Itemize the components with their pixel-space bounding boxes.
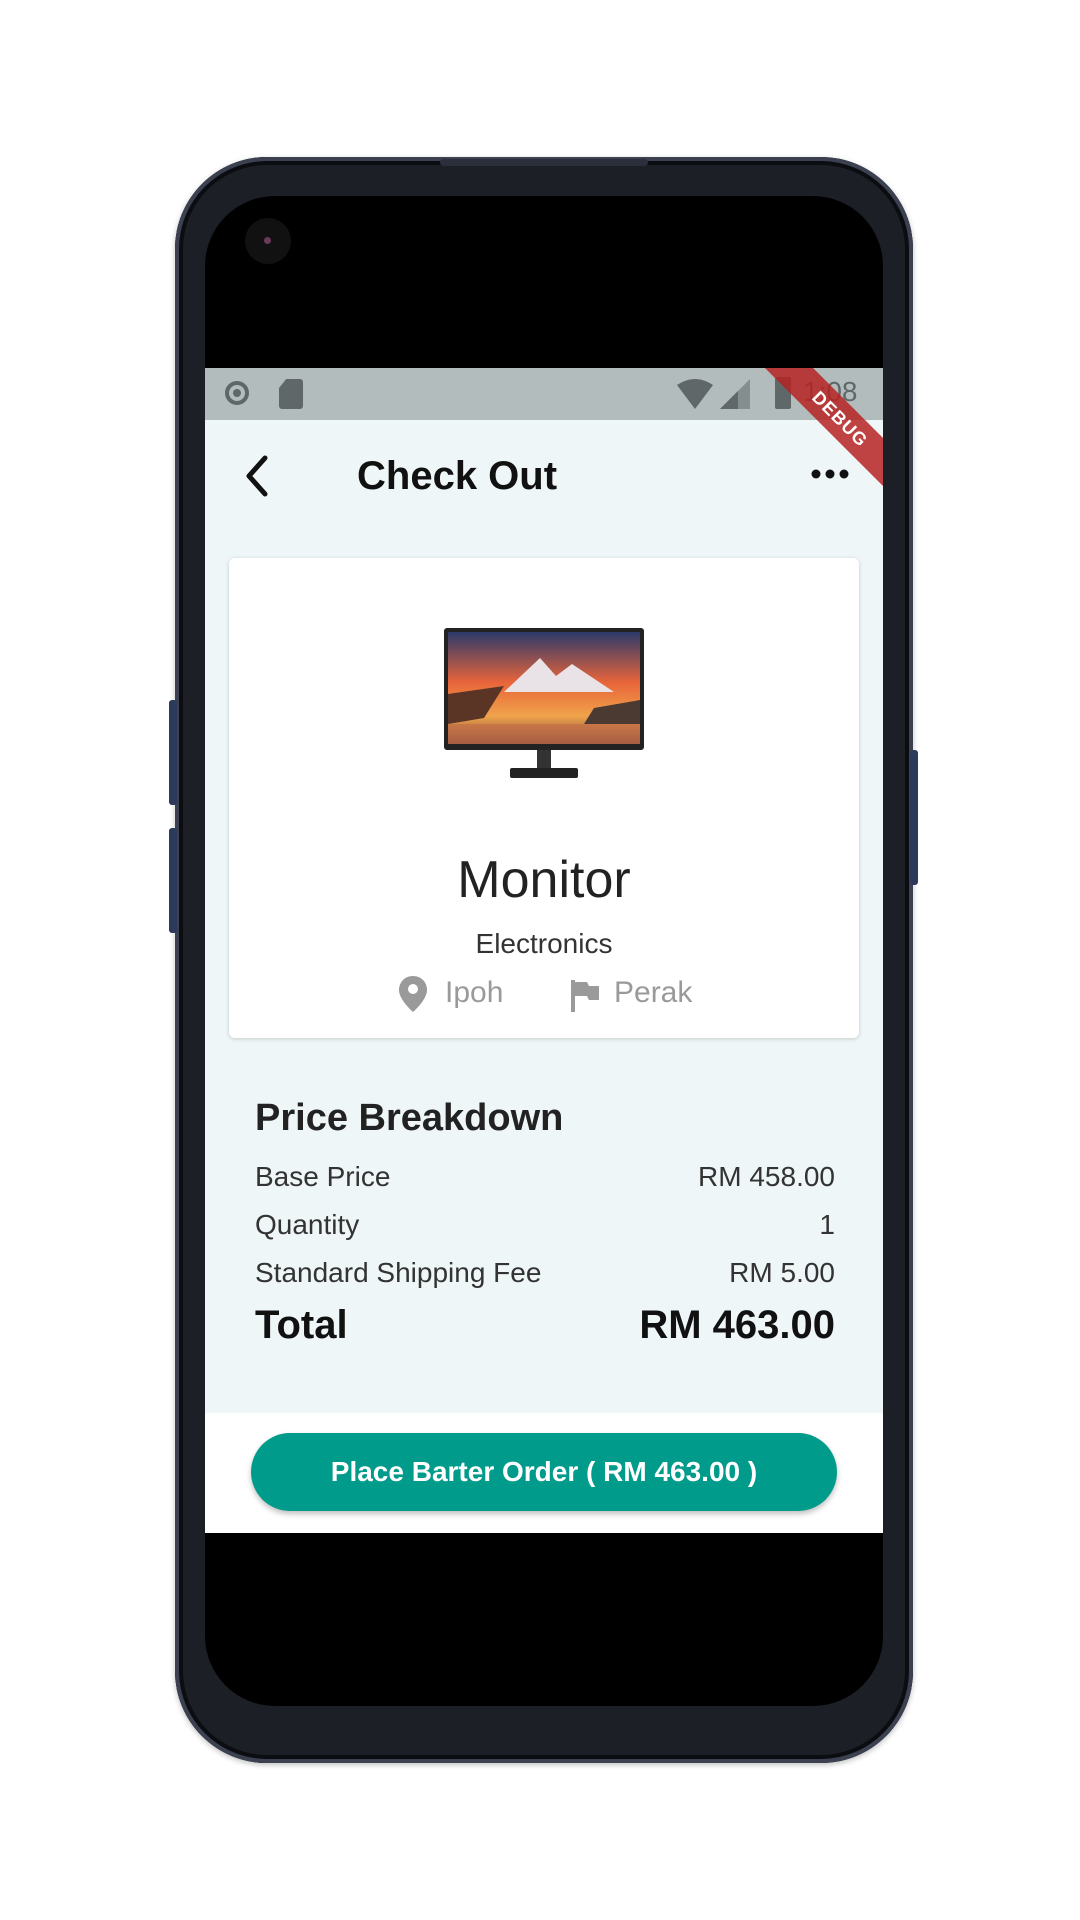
total-label: Total [255,1303,348,1347]
quantity-label: Quantity [255,1209,360,1240]
place-barter-order-button[interactable]: Place Barter Order ( RM 463.00 ) [251,1433,837,1511]
product-image [444,628,644,778]
speaker-grille [440,159,648,166]
app-screen: 1:08 DEBUG Check Out [205,368,883,1533]
shipping-fee-row: Standard Shipping Fee RM 5.00 [255,1249,835,1297]
status-bar: 1:08 DEBUG [205,368,883,499]
shipping-fee-label: Standard Shipping Fee [255,1257,542,1288]
base-price-label: Base Price [255,1161,391,1192]
location-row: Ipoh Perak [229,974,859,1014]
back-arrow-icon[interactable] [235,448,285,504]
price-breakdown-title: Price Breakdown [255,1097,564,1139]
price-breakdown: Price Breakdown Base Price RM 458.00 Qua… [255,1097,835,1357]
quantity-row: Quantity 1 [255,1201,835,1249]
checkout-footer: Place Barter Order ( RM 463.00 ) [205,1413,883,1533]
city-label: Ipoh [445,976,504,1009]
volume-down-button [169,828,177,933]
power-button [910,750,918,885]
volume-up-button [169,700,177,805]
product-name: Monitor [457,851,631,909]
sd-card-icon [279,379,303,409]
page-title: Check Out [357,454,558,498]
notification-icon [225,381,249,405]
quantity-value: 1 [819,1209,835,1240]
product-category: Electronics [475,928,613,959]
signal-icon [720,379,750,409]
flag-icon [571,980,599,1012]
total-value: RM 463.00 [639,1303,835,1347]
shipping-fee-value: RM 5.00 [729,1257,835,1288]
product-card[interactable]: Monitor Electronics Ipoh Perak [229,558,859,1038]
total-row: Total RM 463.00 [255,1297,835,1357]
front-camera [245,218,291,264]
base-price-value: RM 458.00 [698,1161,835,1192]
app-bar: Check Out [205,420,883,532]
wifi-icon [677,379,713,409]
more-options-icon[interactable] [809,462,851,486]
base-price-row: Base Price RM 458.00 [255,1153,835,1201]
location-pin-icon [399,976,427,1012]
state-label: Perak [614,976,693,1009]
